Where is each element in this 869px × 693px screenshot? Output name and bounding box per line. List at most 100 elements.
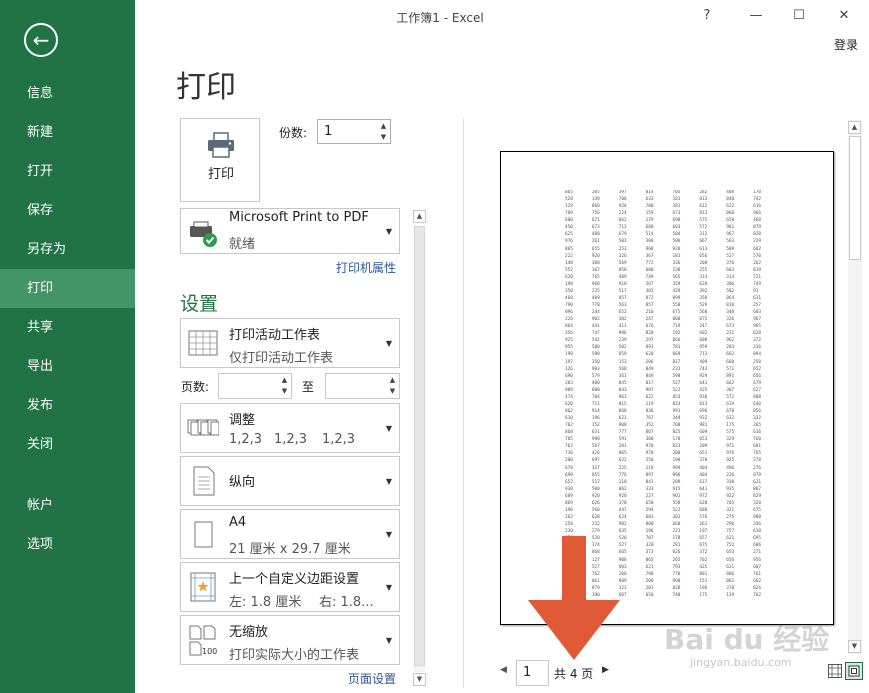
print-button[interactable]: 打印 [180, 118, 260, 202]
next-page-icon[interactable]: ▶ [602, 665, 609, 675]
preview-cell: 308 [645, 239, 654, 245]
preview-cell: 907 [645, 387, 654, 393]
page-setup-link[interactable]: 页面设置 [348, 670, 396, 687]
preview-cell: 696 [699, 408, 708, 414]
preview-cell: 679 [753, 380, 762, 386]
preview-cell: 903 [591, 366, 600, 372]
preview-cell: 571 [726, 366, 735, 372]
nav-item[interactable]: 打印 [0, 269, 135, 308]
preview-scrollbar-thumb[interactable] [849, 136, 861, 260]
scroll-up-icon[interactable]: ▲ [413, 210, 426, 223]
copies-up-icon[interactable]: ▲ [377, 121, 390, 132]
pages-from-down-icon[interactable]: ▼ [278, 386, 291, 397]
nav-item[interactable]: 新建 [0, 113, 135, 152]
paper-size-dropdown[interactable]: A4 21 厘米 x 29.7 厘米 ▼ [180, 509, 400, 559]
preview-cell: 665 [618, 550, 627, 556]
preview-scroll-up-icon[interactable]: ▲ [848, 121, 861, 134]
nav-item[interactable]: 发布 [0, 386, 135, 425]
settings-scrollbar-thumb[interactable] [414, 226, 425, 666]
preview-cell: 373 [645, 550, 654, 556]
preview-cell: 762 [753, 592, 762, 598]
preview-cell: 271 [753, 550, 762, 556]
preview-cell: 667 [699, 239, 708, 245]
preview-cell: 429 [672, 288, 681, 294]
nav-item[interactable]: 帐户 [0, 486, 135, 525]
preview-cell: 170 [753, 190, 762, 195]
collate-dropdown[interactable]: 调整 1,2,3 1,2,3 1,2,3 ▼ [180, 403, 400, 453]
preview-cell: 181 [672, 253, 681, 259]
preview-cell: 062 [618, 486, 627, 492]
nav-item[interactable]: 保存 [0, 191, 135, 230]
printer-properties-link[interactable]: 打印机属性 [336, 259, 396, 276]
preview-cell: 367 [591, 267, 600, 273]
preview-cell: 853 [672, 394, 681, 400]
scroll-down-icon[interactable]: ▼ [413, 673, 426, 686]
preview-cell: 175 [699, 592, 708, 598]
scaling-dropdown[interactable]: 100 无缩放 打印实际大小的工作表 ▼ [180, 615, 400, 665]
orientation-dropdown[interactable]: 纵向 ▼ [180, 456, 400, 506]
preview-cell: 200 [565, 458, 573, 464]
preview-cell: 517 [591, 479, 600, 485]
preview-cell: 600 [645, 267, 654, 273]
preview-cell: 210 [618, 479, 627, 485]
chevron-down-icon: ▼ [385, 477, 392, 486]
close-icon[interactable]: ✕ [832, 6, 856, 26]
preview-cell: 909 [565, 387, 573, 393]
preview-cell: 148 [565, 260, 573, 266]
printer-dropdown[interactable]: Microsoft Print to PDF 就绪 ▼ [180, 208, 400, 254]
annotation-down-arrow-icon [528, 536, 620, 660]
preview-cell: 678 [726, 408, 735, 414]
preview-cell: 359 [672, 281, 681, 287]
show-margins-icon[interactable] [827, 663, 843, 679]
preview-cell: 372 [699, 550, 708, 556]
page-number-input[interactable]: 1 [516, 660, 549, 686]
margins-dropdown[interactable]: 上一个自定义边距设置 左: 1.8 厘米 右: 1.8... ▼ [180, 562, 400, 612]
preview-cell: 209 [672, 479, 681, 485]
copies-label: 份数: [279, 126, 308, 140]
preview-cell: 314 [699, 274, 708, 280]
nav-item[interactable]: 关闭 [0, 425, 135, 464]
pages-from-up-icon[interactable]: ▲ [278, 375, 291, 386]
preview-cell: 404 [699, 465, 708, 471]
nav-item[interactable]: 共享 [0, 308, 135, 347]
preview-cell: 227 [645, 493, 654, 499]
pages-to-input[interactable]: ▲ ▼ [325, 373, 400, 399]
nav-item[interactable]: 选项 [0, 525, 135, 564]
back-arrow-icon[interactable]: ← [24, 23, 58, 57]
scope-title: 打印活动工作表 [229, 328, 321, 343]
pages-from-input[interactable]: ▲ ▼ [218, 373, 292, 399]
nav-item[interactable]: 另存为 [0, 230, 135, 269]
help-icon[interactable]: ? [695, 6, 719, 26]
preview-cell: 922 [699, 416, 708, 421]
minimize-icon[interactable]: — [744, 6, 768, 26]
preview-cell: 190 [565, 352, 573, 358]
preview-cell: 857 [645, 303, 654, 308]
preview-cell: 690 [565, 373, 573, 379]
pages-to-down-icon[interactable]: ▼ [386, 386, 399, 397]
preview-cell: 903 [618, 564, 627, 570]
copies-input[interactable]: 1 ▲ ▼ [317, 119, 391, 144]
preview-cell: 836 [645, 408, 654, 414]
preview-cell: 819 [753, 267, 762, 273]
preview-cell: 201 [645, 585, 654, 591]
nav-item[interactable]: 导出 [0, 347, 135, 386]
preview-cell: 711 [591, 401, 600, 407]
preview-cell: 656 [699, 253, 708, 259]
margins-right: 右: 1.8... [319, 595, 374, 610]
preview-cell: 314 [726, 274, 735, 280]
login-link[interactable]: 登录 [834, 36, 858, 53]
print-button-label: 打印 [207, 167, 234, 182]
previous-page-icon[interactable]: ◀ [500, 665, 507, 675]
pages-to-up-icon[interactable]: ▲ [386, 375, 399, 386]
print-scope-dropdown[interactable]: 打印活动工作表 仅打印活动工作表 ▼ [180, 318, 400, 368]
nav-item[interactable]: 信息 [0, 74, 135, 113]
preview-cell: 321 [726, 507, 735, 513]
maximize-icon[interactable]: ☐ [787, 6, 811, 26]
preview-cell: 409 [591, 295, 600, 301]
preview-scroll-down-icon[interactable]: ▼ [848, 640, 861, 653]
preview-cell: 996 [672, 472, 681, 478]
nav-item[interactable]: 打开 [0, 152, 135, 191]
zoom-to-page-icon[interactable] [845, 662, 863, 680]
preview-cell: 652 [565, 479, 573, 485]
copies-down-icon[interactable]: ▼ [377, 132, 390, 143]
